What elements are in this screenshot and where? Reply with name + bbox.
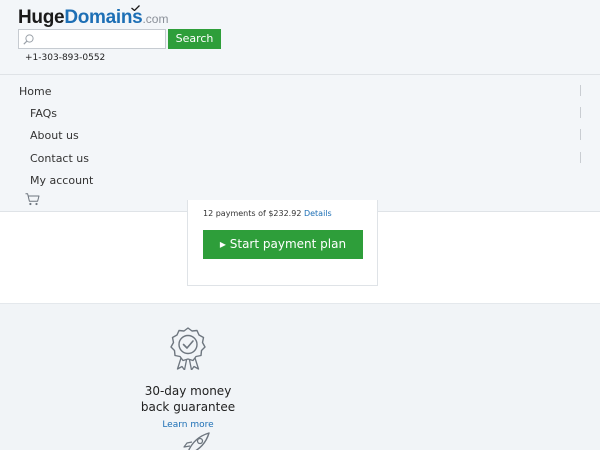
nav-divider — [580, 129, 581, 140]
main-nav-menu: Home FAQs About us Contact us My account — [0, 75, 600, 212]
logo-check-icon — [131, 5, 140, 11]
nav-divider — [580, 85, 581, 96]
nav-item-faqs[interactable]: FAQs — [30, 107, 57, 120]
phone-number[interactable]: +1-303-893-0552 — [25, 53, 105, 63]
nav-item-my-account[interactable]: My account — [30, 174, 93, 187]
details-link[interactable]: Details — [304, 209, 332, 218]
logo-text-huge: Huge — [18, 7, 65, 28]
award-ribbon-icon — [170, 327, 206, 370]
search-field[interactable] — [18, 29, 166, 52]
logo-text-com: .com — [142, 12, 169, 26]
site-header: HugeDomains.com Search +1-303-893-0552 — [0, 0, 600, 75]
feature-title-line-2: back guarantee — [140, 400, 236, 414]
rocket-icon — [183, 432, 210, 450]
cart-icon[interactable] — [25, 193, 40, 206]
nav-divider — [580, 152, 581, 163]
start-payment-plan-button[interactable]: ▸ Start payment plan — [203, 230, 363, 259]
nav-item-contact-us[interactable]: Contact us — [30, 152, 89, 165]
payment-plan-text: 12 payments of $232.92 Details — [203, 209, 332, 218]
nav-divider — [580, 107, 581, 118]
nav-item-about-us[interactable]: About us — [30, 129, 79, 142]
search-button[interactable]: Search — [168, 29, 221, 49]
search-icon — [23, 34, 34, 45]
money-back-guarantee-title: 30-day money back guarantee — [128, 383, 248, 415]
search-input[interactable] — [19, 33, 165, 52]
feature-title-line-1: 30-day money — [144, 384, 232, 398]
hugedomains-logo[interactable]: HugeDomains.com — [18, 5, 169, 29]
payment-plan-amount: 12 payments of $232.92 — [203, 209, 302, 218]
nav-item-home[interactable]: Home — [19, 85, 51, 98]
learn-more-link[interactable]: Learn more — [128, 420, 248, 430]
